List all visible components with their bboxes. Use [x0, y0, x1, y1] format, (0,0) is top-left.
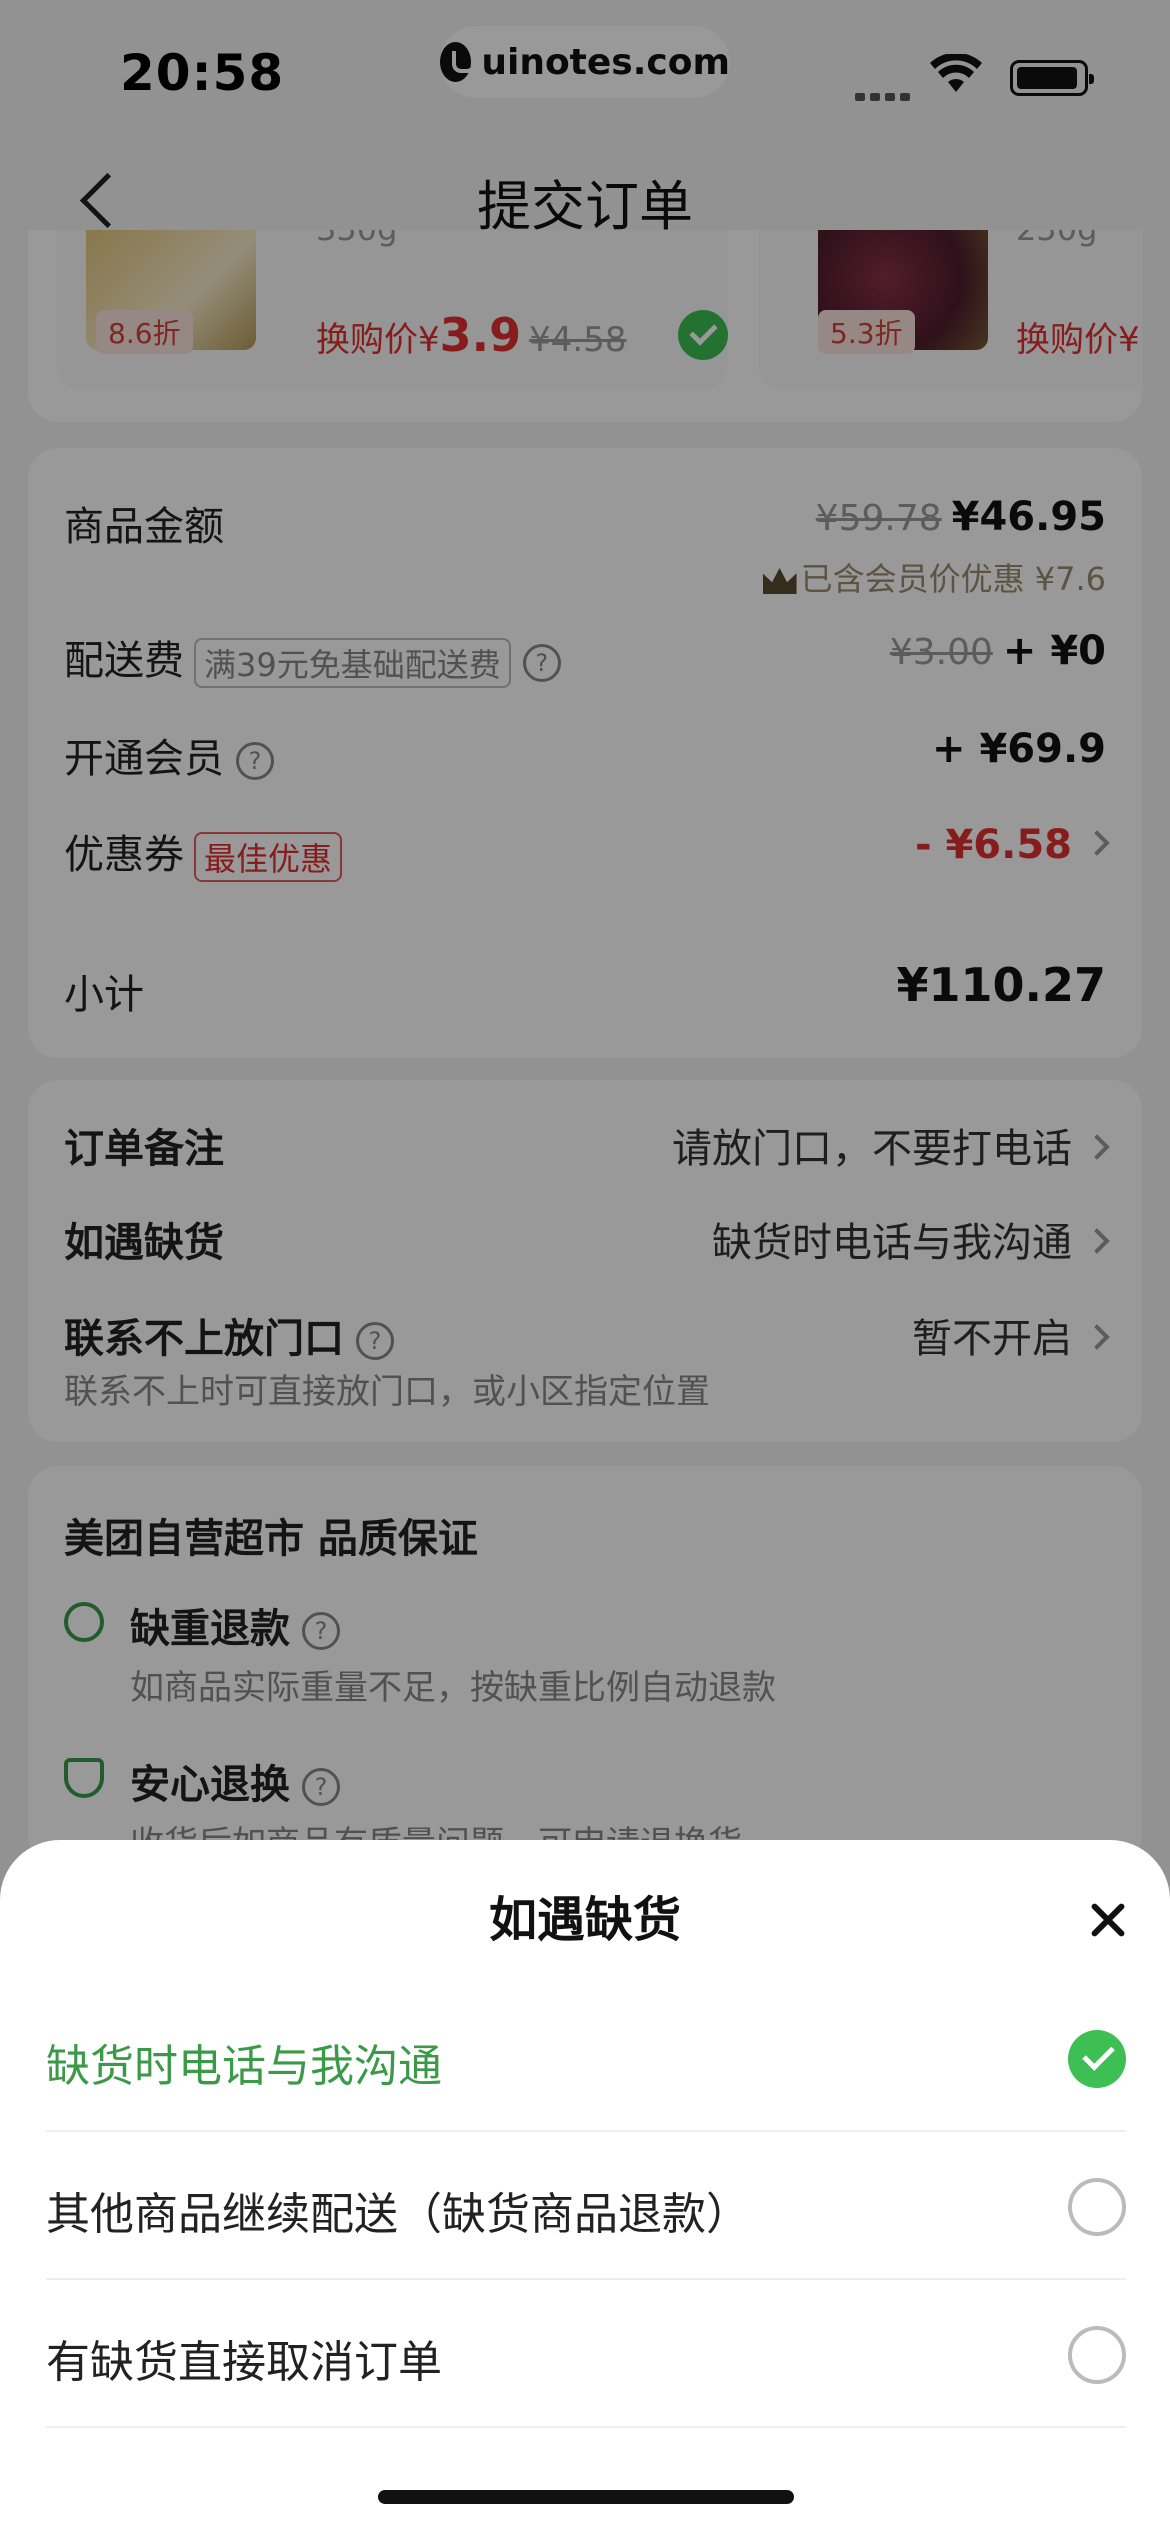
option-label: 有缺货直接取消订单 — [46, 2337, 442, 2388]
close-icon[interactable] — [1080, 1892, 1136, 1948]
sheet-title: 如遇缺货 — [488, 1892, 681, 1948]
stockout-option[interactable]: 缺货时电话与我沟通 — [46, 1984, 1126, 2132]
option-label: 缺货时电话与我沟通 — [46, 2041, 442, 2092]
stockout-bottom-sheet: 如遇缺货 缺货时电话与我沟通 其他商品继续配送（缺货商品退款） 有缺货直接取消订… — [0, 1840, 1170, 2532]
radio-icon[interactable] — [1068, 2326, 1126, 2384]
option-label: 其他商品继续配送（缺货商品退款） — [46, 2189, 750, 2240]
home-indicator[interactable] — [378, 2490, 794, 2504]
stockout-option[interactable]: 有缺货直接取消订单 — [46, 2280, 1126, 2428]
check-icon[interactable] — [1068, 2030, 1126, 2088]
radio-icon[interactable] — [1068, 2178, 1126, 2236]
stockout-option[interactable]: 其他商品继续配送（缺货商品退款） — [46, 2132, 1126, 2280]
